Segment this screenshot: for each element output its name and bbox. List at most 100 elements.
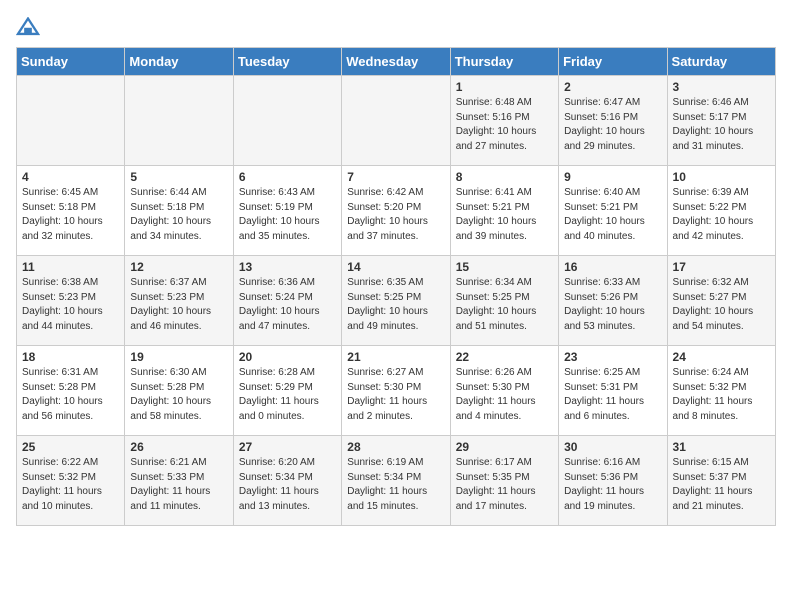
- calendar-cell: 18 Sunrise: 6:31 AM Sunset: 5:28 PM Dayli…: [17, 346, 125, 436]
- day-number: 28: [347, 440, 444, 454]
- day-info: Sunrise: 6:31 AM Sunset: 5:28 PM Dayligh…: [22, 366, 119, 424]
- calendar-cell: 7 Sunrise: 6:42 AM Sunset: 5:20 PM Daylig…: [342, 166, 450, 256]
- day-number: 22: [456, 350, 553, 364]
- day-number: 30: [564, 440, 661, 454]
- calendar-cell: [233, 76, 341, 166]
- day-info: Sunrise: 6:43 AM Sunset: 5:19 PM Dayligh…: [239, 186, 336, 244]
- day-number: 25: [22, 440, 119, 454]
- day-info: Sunrise: 6:21 AM Sunset: 5:33 PM Dayligh…: [130, 456, 227, 514]
- day-number: 10: [673, 170, 770, 184]
- calendar-cell: 12Sunrise: 6:37 AM Sunset: 5:23 PM Dayli…: [125, 256, 233, 346]
- day-number: 8: [456, 170, 553, 184]
- day-number: 14: [347, 260, 444, 274]
- day-info: Sunrise: 6:32 AM Sunset: 5:27 PM Dayligh…: [673, 276, 770, 334]
- day-number: 19: [130, 350, 227, 364]
- day-number: 13: [239, 260, 336, 274]
- day-number: 7: [347, 170, 444, 184]
- day-info: Sunrise: 6:25 AM Sunset: 5:31 PM Dayligh…: [564, 366, 661, 424]
- calendar-cell: [17, 76, 125, 166]
- calendar-cell: 28 Sunrise: 6:19 AM Sunset: 5:34 PM Dayli…: [342, 436, 450, 526]
- calendar-cell: 20 Sunrise: 6:28 AM Sunset: 5:29 PM Dayli…: [233, 346, 341, 436]
- day-number: 23: [564, 350, 661, 364]
- calendar-cell: 24 Sunrise: 6:24 AM Sunset: 5:32 PM Dayli…: [667, 346, 775, 436]
- day-number: 27: [239, 440, 336, 454]
- calendar-cell: [125, 76, 233, 166]
- calendar-cell: 9 Sunrise: 6:40 AM Sunset: 5:21 PM Daylig…: [559, 166, 667, 256]
- day-info: Sunrise: 6:19 AM Sunset: 5:34 PM Dayligh…: [347, 456, 444, 514]
- day-info: Sunrise: 6:38 AM Sunset: 5:23 PM Dayligh…: [22, 276, 119, 334]
- calendar-cell: 10 Sunrise: 6:39 AM Sunset: 5:22 PM Dayli…: [667, 166, 775, 256]
- day-number: 4: [22, 170, 119, 184]
- day-number: 18: [22, 350, 119, 364]
- calendar-cell: 8 Sunrise: 6:41 AM Sunset: 5:21 PM Daylig…: [450, 166, 558, 256]
- day-number: 5: [130, 170, 227, 184]
- day-info: Sunrise: 6:34 AM Sunset: 5:25 PM Dayligh…: [456, 276, 553, 334]
- day-number: 16: [564, 260, 661, 274]
- calendar-cell: 14 Sunrise: 6:35 AM Sunset: 5:25 PM Dayli…: [342, 256, 450, 346]
- day-info: Sunrise: 6:46 AM Sunset: 5:17 PM Dayligh…: [673, 96, 770, 154]
- calendar-week-row: 25 Sunrise: 6:22 AM Sunset: 5:32 PM Dayli…: [17, 436, 776, 526]
- day-number: 26: [130, 440, 227, 454]
- calendar-cell: 27 Sunrise: 6:20 AM Sunset: 5:34 PM Dayli…: [233, 436, 341, 526]
- day-info: Sunrise: 6:36 AM Sunset: 5:24 PM Dayligh…: [239, 276, 336, 334]
- logo-icon: [16, 17, 40, 37]
- day-info: Sunrise: 6:40 AM Sunset: 5:21 PM Dayligh…: [564, 186, 661, 244]
- day-number: 11: [22, 260, 119, 274]
- logo: [16, 16, 44, 37]
- day-number: 9: [564, 170, 661, 184]
- day-number: 20: [239, 350, 336, 364]
- day-info: Sunrise: 6:24 AM Sunset: 5:32 PM Dayligh…: [673, 366, 770, 424]
- weekday-header-tuesday: Tuesday: [233, 48, 341, 76]
- calendar-cell: [342, 76, 450, 166]
- weekday-header-thursday: Thursday: [450, 48, 558, 76]
- calendar-cell: 30 Sunrise: 6:16 AM Sunset: 5:36 PM Dayli…: [559, 436, 667, 526]
- calendar-cell: 1Sunrise: 6:48 AM Sunset: 5:16 PM Daylig…: [450, 76, 558, 166]
- day-number: 6: [239, 170, 336, 184]
- day-info: Sunrise: 6:33 AM Sunset: 5:26 PM Dayligh…: [564, 276, 661, 334]
- day-info: Sunrise: 6:45 AM Sunset: 5:18 PM Dayligh…: [22, 186, 119, 244]
- day-number: 21: [347, 350, 444, 364]
- calendar-cell: 17 Sunrise: 6:32 AM Sunset: 5:27 PM Dayli…: [667, 256, 775, 346]
- day-number: 31: [673, 440, 770, 454]
- calendar-week-row: 4 Sunrise: 6:45 AM Sunset: 5:18 PM Daylig…: [17, 166, 776, 256]
- day-number: 17: [673, 260, 770, 274]
- day-info: Sunrise: 6:47 AM Sunset: 5:16 PM Dayligh…: [564, 96, 661, 154]
- calendar-cell: 4 Sunrise: 6:45 AM Sunset: 5:18 PM Daylig…: [17, 166, 125, 256]
- calendar-cell: 13 Sunrise: 6:36 AM Sunset: 5:24 PM Dayli…: [233, 256, 341, 346]
- day-info: Sunrise: 6:17 AM Sunset: 5:35 PM Dayligh…: [456, 456, 553, 514]
- day-info: Sunrise: 6:35 AM Sunset: 5:25 PM Dayligh…: [347, 276, 444, 334]
- day-info: Sunrise: 6:27 AM Sunset: 5:30 PM Dayligh…: [347, 366, 444, 424]
- day-info: Sunrise: 6:44 AM Sunset: 5:18 PM Dayligh…: [130, 186, 227, 244]
- day-info: Sunrise: 6:22 AM Sunset: 5:32 PM Dayligh…: [22, 456, 119, 514]
- weekday-header-monday: Monday: [125, 48, 233, 76]
- calendar-cell: 16 Sunrise: 6:33 AM Sunset: 5:26 PM Dayli…: [559, 256, 667, 346]
- day-number: 1: [456, 80, 553, 94]
- day-info: Sunrise: 6:20 AM Sunset: 5:34 PM Dayligh…: [239, 456, 336, 514]
- day-info: Sunrise: 6:26 AM Sunset: 5:30 PM Dayligh…: [456, 366, 553, 424]
- calendar-cell: 21 Sunrise: 6:27 AM Sunset: 5:30 PM Dayli…: [342, 346, 450, 436]
- day-number: 3: [673, 80, 770, 94]
- calendar-week-row: 18 Sunrise: 6:31 AM Sunset: 5:28 PM Dayli…: [17, 346, 776, 436]
- calendar-cell: 23 Sunrise: 6:25 AM Sunset: 5:31 PM Dayli…: [559, 346, 667, 436]
- calendar-week-row: 11 Sunrise: 6:38 AM Sunset: 5:23 PM Dayli…: [17, 256, 776, 346]
- calendar-table: SundayMondayTuesdayWednesdayThursdayFrid…: [16, 47, 776, 526]
- calendar-cell: 22 Sunrise: 6:26 AM Sunset: 5:30 PM Dayli…: [450, 346, 558, 436]
- day-info: Sunrise: 6:41 AM Sunset: 5:21 PM Dayligh…: [456, 186, 553, 244]
- day-number: 12: [130, 260, 227, 274]
- day-info: Sunrise: 6:15 AM Sunset: 5:37 PM Dayligh…: [673, 456, 770, 514]
- calendar-cell: 26 Sunrise: 6:21 AM Sunset: 5:33 PM Dayli…: [125, 436, 233, 526]
- calendar-cell: 31 Sunrise: 6:15 AM Sunset: 5:37 PM Dayli…: [667, 436, 775, 526]
- calendar-cell: 6 Sunrise: 6:43 AM Sunset: 5:19 PM Daylig…: [233, 166, 341, 256]
- calendar-week-row: 1Sunrise: 6:48 AM Sunset: 5:16 PM Daylig…: [17, 76, 776, 166]
- day-info: Sunrise: 6:28 AM Sunset: 5:29 PM Dayligh…: [239, 366, 336, 424]
- calendar-cell: 3 Sunrise: 6:46 AM Sunset: 5:17 PM Daylig…: [667, 76, 775, 166]
- weekday-header-saturday: Saturday: [667, 48, 775, 76]
- day-info: Sunrise: 6:42 AM Sunset: 5:20 PM Dayligh…: [347, 186, 444, 244]
- day-info: Sunrise: 6:16 AM Sunset: 5:36 PM Dayligh…: [564, 456, 661, 514]
- weekday-header-friday: Friday: [559, 48, 667, 76]
- weekday-header-row: SundayMondayTuesdayWednesdayThursdayFrid…: [17, 48, 776, 76]
- day-number: 24: [673, 350, 770, 364]
- calendar-cell: 11 Sunrise: 6:38 AM Sunset: 5:23 PM Dayli…: [17, 256, 125, 346]
- day-info: Sunrise: 6:39 AM Sunset: 5:22 PM Dayligh…: [673, 186, 770, 244]
- calendar-cell: 15Sunrise: 6:34 AM Sunset: 5:25 PM Dayli…: [450, 256, 558, 346]
